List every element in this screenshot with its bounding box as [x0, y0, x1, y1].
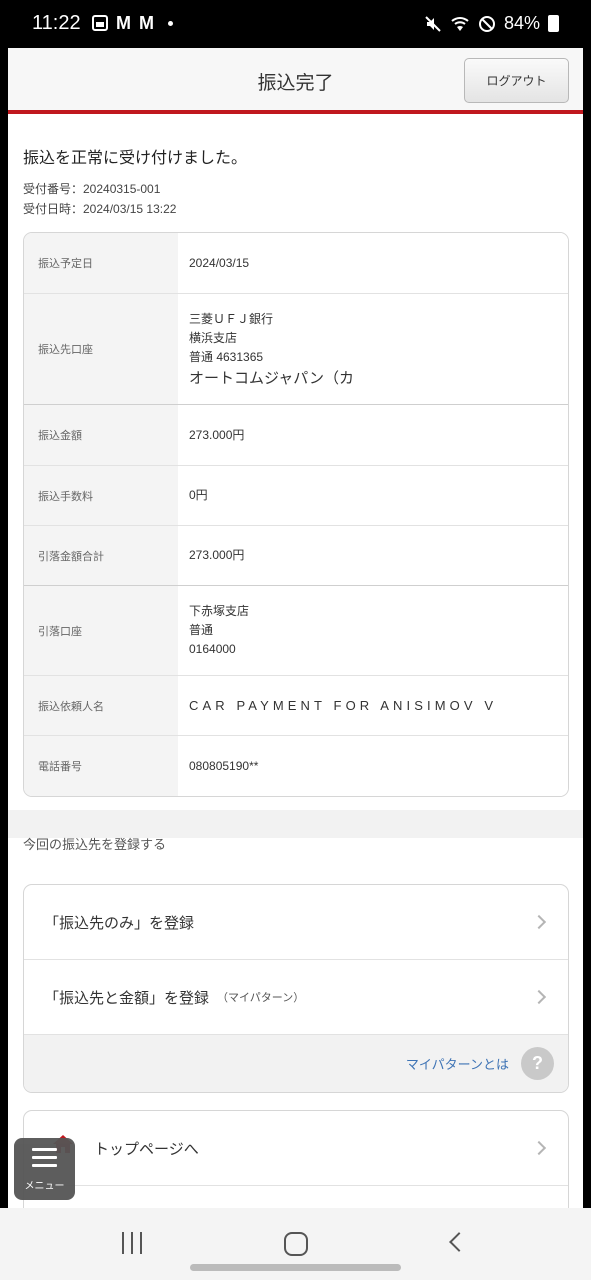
register-caption: 今回の振込先を登録する — [23, 838, 167, 853]
detail-value: CAR PAYMENT FOR ANISIMOV V — [178, 676, 568, 735]
transfer-details-table: 振込予定日 2024/03/15 振込先口座 三菱ＵＦＪ銀行 横浜支店 普通 4… — [23, 232, 569, 797]
dest-branch: 横浜支店 — [189, 330, 238, 345]
page-header: 振込完了 ログアウト — [8, 48, 583, 114]
battery-percent: 84% — [503, 13, 540, 33]
register-dest-only-label: 「振込先のみ」を登録 — [44, 913, 195, 932]
detail-label: 振込依頼人名 — [24, 676, 178, 735]
detail-label: 電話番号 — [24, 736, 178, 796]
status-time: 11:22 — [32, 12, 81, 34]
gesture-bar[interactable] — [190, 1264, 401, 1271]
detail-row-total: 引落金額合計 273.000円 — [24, 526, 568, 586]
register-card: 「振込先のみ」を登録 「振込先と金額」を登録 （マイパターン） マイパターンとは… — [23, 884, 569, 1093]
detail-value: 273.000円 — [178, 405, 568, 465]
battery-icon — [548, 15, 559, 32]
detail-row-fee: 振込手数料 0円 — [24, 466, 568, 526]
chevron-right-icon — [531, 1140, 547, 1156]
detail-label: 振込先口座 — [24, 294, 178, 404]
success-message: 振込を正常に受け付けました。 — [23, 148, 248, 167]
menu-label: メニュー — [24, 1181, 65, 1192]
register-dest-amount-button[interactable]: 「振込先と金額」を登録 （マイパターン） — [24, 960, 568, 1035]
logout-button[interactable]: ログアウト — [464, 58, 569, 103]
more-notifications-dot — [168, 20, 173, 26]
detail-row-dest-account: 振込先口座 三菱ＵＦＪ銀行 横浜支店 普通 4631365 オートコムジャパン（… — [24, 294, 568, 405]
transfer-complete-page: 振込完了 ログアウト 振込を正常に受け付けました。 受付番号：20240315-… — [8, 48, 583, 1208]
debit-number: 0164000 — [189, 642, 236, 656]
detail-value: 三菱ＵＦＪ銀行 横浜支店 普通 4631365 オートコムジャパン（カ — [178, 294, 568, 404]
gmail-icon-2: M — [139, 13, 154, 33]
wifi-icon — [451, 16, 469, 31]
detail-row-amount: 振込金額 273.000円 — [24, 405, 568, 466]
dest-account-number: 普通 4631365 — [189, 349, 264, 364]
debit-branch: 下赤塚支店 — [189, 604, 250, 618]
chevron-right-icon — [531, 989, 547, 1005]
detail-value: 下赤塚支店 普通 0164000 — [178, 586, 568, 675]
debit-type: 普通 — [189, 623, 214, 637]
detail-label: 振込金額 — [24, 405, 178, 465]
detail-row-scheduled-date: 振込予定日 2024/03/15 — [24, 233, 568, 294]
gmail-icon: M — [116, 13, 131, 33]
gallery-icon — [92, 15, 108, 31]
register-dest-amount-sub: （マイパターン） — [217, 991, 305, 1004]
receipt-number: 受付番号：20240315-001 — [23, 182, 161, 196]
back-icon[interactable] — [449, 1232, 469, 1252]
status-bar: 11:22 M M 84% — [0, 0, 591, 48]
system-navigation-bar — [0, 1208, 591, 1280]
detail-value: 273.000円 — [178, 526, 568, 585]
detail-label: 引落口座 — [24, 586, 178, 675]
top-page-button[interactable]: トップページへ — [24, 1111, 568, 1186]
mute-icon — [425, 15, 441, 32]
navigation-card: トップページへ — [23, 1110, 569, 1208]
mypattern-link[interactable]: マイパターンとは — [406, 1054, 509, 1073]
detail-row-phone: 電話番号 080805190** — [24, 736, 568, 796]
detail-value: 2024/03/15 — [178, 233, 568, 293]
recent-apps-icon[interactable] — [122, 1232, 142, 1254]
dest-account-name: オートコムジャパン（カ — [189, 368, 355, 387]
register-dest-only-button[interactable]: 「振込先のみ」を登録 — [24, 885, 568, 960]
help-icon[interactable]: ? — [521, 1047, 554, 1080]
hamburger-icon — [32, 1148, 57, 1172]
dest-bank: 三菱ＵＦＪ銀行 — [189, 311, 274, 326]
top-page-label: トップページへ — [94, 1139, 199, 1158]
system-icons: 84% — [424, 13, 559, 34]
home-button-icon[interactable] — [284, 1232, 308, 1256]
mypattern-help-row: マイパターンとは ? — [24, 1035, 568, 1092]
menu-button[interactable]: メニュー — [14, 1138, 75, 1200]
detail-label: 振込予定日 — [24, 233, 178, 293]
chevron-right-icon — [531, 914, 547, 930]
notification-icons: M M — [92, 14, 173, 32]
detail-row-requester: 振込依頼人名 CAR PAYMENT FOR ANISIMOV V — [24, 676, 568, 736]
detail-value: 0円 — [178, 466, 568, 525]
do-not-disturb-icon — [478, 15, 495, 32]
detail-row-debit-account: 引落口座 下赤塚支店 普通 0164000 — [24, 586, 568, 676]
detail-value: 080805190** — [178, 736, 568, 796]
detail-label: 振込手数料 — [24, 466, 178, 525]
detail-label: 引落金額合計 — [24, 526, 178, 585]
register-dest-amount-label: 「振込先と金額」を登録 — [44, 988, 210, 1007]
receipt-datetime: 受付日時：2024/03/15 13:22 — [23, 202, 177, 216]
